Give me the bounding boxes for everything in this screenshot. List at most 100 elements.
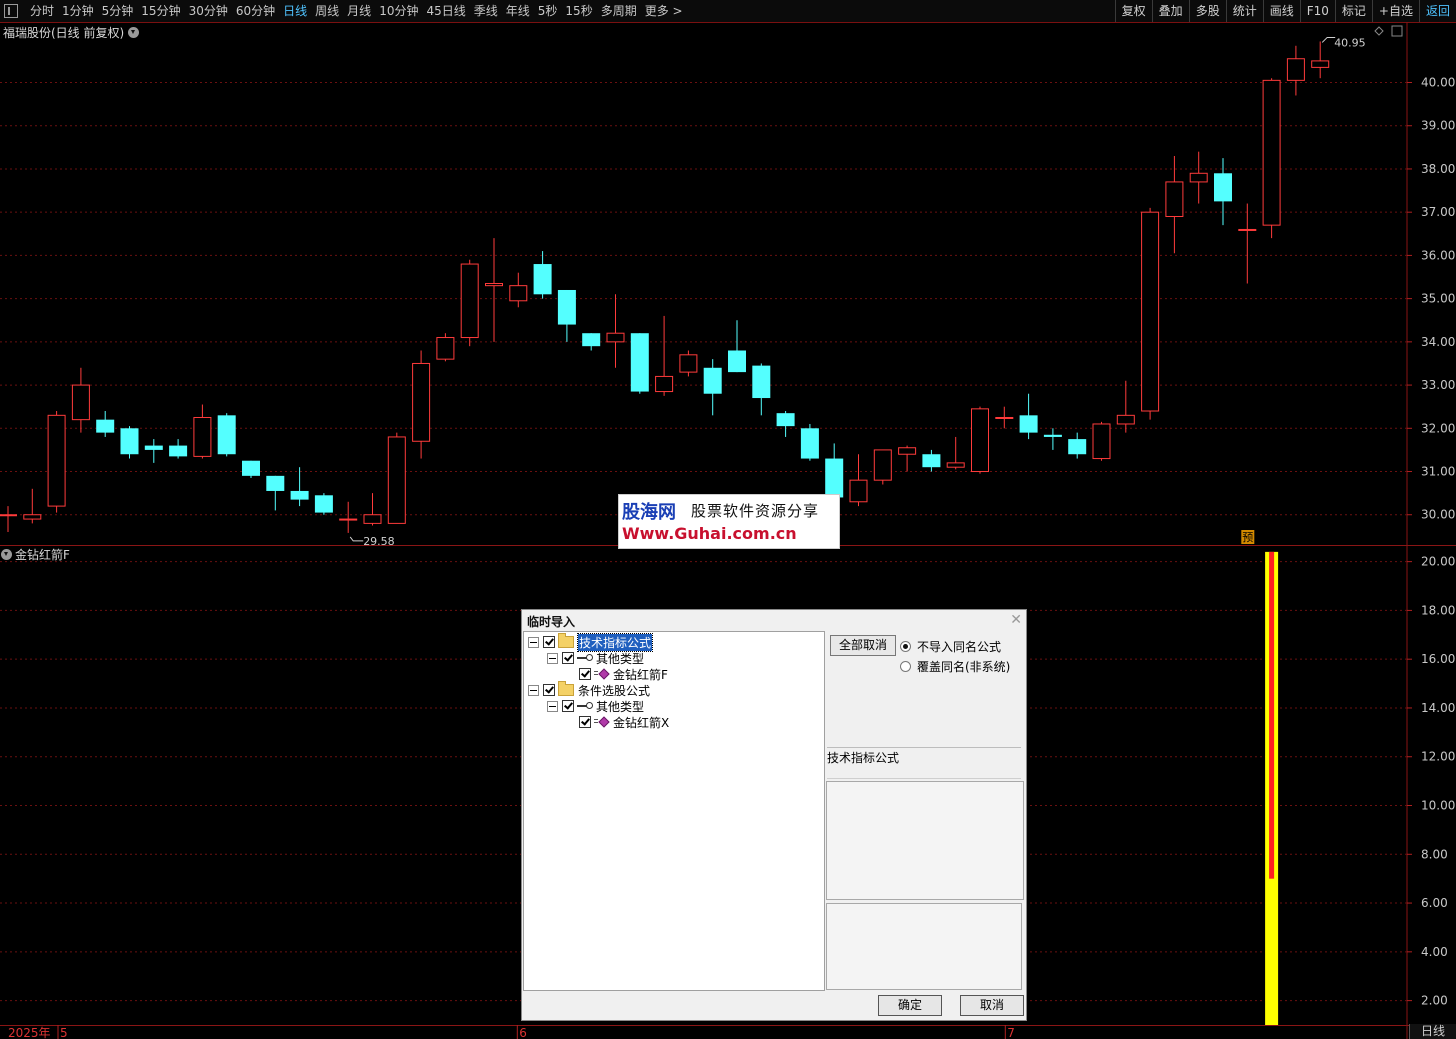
candle-body — [460, 263, 479, 339]
indicator-panel-title: 金钻红箭F — [1, 546, 70, 563]
price-label: 32.00 — [1421, 421, 1455, 435]
candle-body — [655, 375, 674, 393]
radio-label: 不导入同名公式 — [917, 640, 1002, 654]
candle-body — [71, 384, 90, 421]
collapse-icon[interactable] — [547, 652, 558, 664]
candle-body — [776, 413, 795, 427]
main-panel-title: 福瑞股份(日线 前复权) — [3, 24, 140, 41]
formula-description-box[interactable] — [826, 781, 1024, 900]
title-dropdown-icon[interactable] — [128, 27, 140, 38]
formula-tree: 技术指标公式 其他类型 金钻红箭F 条件选股公式 其他类型 金钻红箭X — [523, 631, 825, 991]
collapse-icon[interactable] — [547, 700, 558, 712]
indicator-axis-label: 10.00 — [1421, 799, 1455, 813]
price-label: 40.00 — [1421, 76, 1455, 90]
candle-body — [679, 354, 698, 373]
year-label: 2025年 — [8, 1026, 51, 1039]
tree-checkbox[interactable] — [579, 716, 591, 728]
candle-body — [23, 514, 42, 520]
tree-node[interactable]: 其他类型 — [547, 698, 644, 714]
tree-node[interactable]: 其他类型 — [547, 650, 644, 666]
bottom-period-tab[interactable]: 日线 — [1409, 1024, 1456, 1039]
candle-body — [1068, 439, 1087, 455]
candle-body — [1286, 58, 1305, 81]
indicator-name: 金钻红箭F — [15, 548, 70, 562]
maximize-icon — [1391, 25, 1403, 37]
stock-title: 福瑞股份(日线 前复权) — [3, 26, 125, 40]
candle-body — [800, 428, 819, 459]
candle-body — [436, 337, 455, 360]
indicator-axis-label: 16.00 — [1421, 652, 1455, 666]
candle-body — [849, 479, 868, 503]
tree-node[interactable]: 金钻红箭X — [566, 714, 669, 730]
candle-body — [898, 447, 917, 455]
divider — [827, 778, 1021, 779]
candle-body — [752, 365, 771, 399]
indicator-axis-label: 18.00 — [1421, 603, 1455, 617]
price-label: 35.00 — [1421, 292, 1455, 306]
candle-body — [703, 367, 722, 394]
watermark-url: Www.Guhai.com.cn — [622, 524, 797, 543]
collapse-icon[interactable] — [528, 636, 539, 648]
ok-button[interactable]: 确定 — [878, 995, 942, 1016]
indicator-bar-red — [1269, 551, 1275, 879]
candle-body — [96, 419, 115, 433]
candle-body — [1214, 173, 1232, 202]
candle-body — [1141, 211, 1160, 412]
price-label: 34.00 — [1421, 335, 1455, 349]
price-label: 31.00 — [1421, 465, 1455, 479]
cancel-button[interactable]: 取消 — [960, 995, 1024, 1016]
tree-checkbox[interactable] — [579, 668, 591, 680]
watermark: 股海网 股票软件资源分享 Www.Guhai.com.cn — [618, 494, 840, 549]
tree-checkbox[interactable] — [543, 636, 555, 648]
close-icon[interactable]: ✕ — [1010, 612, 1022, 628]
formula-type-label: 技术指标公式 — [827, 747, 1021, 766]
candle-body — [873, 449, 892, 481]
cancel-all-button[interactable]: 全部取消 — [830, 635, 896, 656]
diamond-icon — [1374, 26, 1384, 36]
radio-overwrite[interactable]: 覆盖同名(非系统) — [900, 658, 1010, 675]
indicator-axis-label: 14.00 — [1421, 701, 1455, 715]
candle-body — [1165, 181, 1184, 218]
tree-node-label: 金钻红箭F — [613, 667, 668, 682]
candle-body — [582, 333, 601, 347]
tree-node[interactable]: 条件选股公式 — [528, 681, 651, 698]
high-price-label: 40.95 — [1334, 36, 1366, 49]
low-price-label: 29.58 — [363, 535, 395, 548]
candle-body — [1262, 79, 1281, 226]
candle-body — [363, 514, 382, 524]
candle-body — [606, 332, 625, 343]
dialog-title: 临时导入 — [527, 615, 576, 629]
tree-checkbox[interactable] — [562, 652, 574, 664]
radio-dot-icon[interactable] — [900, 641, 911, 652]
candle-body — [47, 414, 66, 507]
candle-body — [1189, 172, 1208, 183]
candle-body — [509, 285, 528, 302]
indicator-axis-label: 4.00 — [1421, 945, 1448, 959]
formula-detail-box[interactable] — [826, 903, 1022, 990]
candle-body — [1019, 415, 1038, 433]
tree-checkbox[interactable] — [562, 700, 574, 712]
candle-body — [169, 445, 188, 457]
price-label: 38.00 — [1421, 162, 1455, 176]
forecast-badge: 预 — [1242, 531, 1253, 544]
collapse-icon[interactable] — [528, 684, 539, 696]
radio-skip-duplicates[interactable]: 不导入同名公式 — [900, 638, 1001, 655]
candle-body — [533, 264, 552, 295]
key-icon — [577, 701, 593, 711]
folder-icon — [558, 681, 574, 696]
candle-body — [0, 514, 17, 517]
tree-checkbox[interactable] — [543, 684, 555, 696]
candle-body — [266, 475, 285, 491]
dialog-titlebar: 临时导入 ✕ — [522, 610, 1026, 631]
candle-body — [387, 436, 406, 524]
tree-node[interactable]: 金钻红箭F — [566, 666, 668, 682]
indicator-axis-label: 2.00 — [1421, 994, 1448, 1008]
candle-body — [193, 416, 212, 457]
tree-node-label: 条件选股公式 — [578, 683, 651, 698]
tree-node[interactable]: 技术指标公式 — [528, 632, 654, 652]
folder-icon — [558, 633, 574, 648]
price-label: 36.00 — [1421, 248, 1455, 262]
indicator-dropdown-icon[interactable] — [1, 549, 12, 560]
radio-dot-icon[interactable] — [900, 661, 911, 672]
watermark-subtitle: 股票软件资源分享 — [691, 502, 820, 520]
